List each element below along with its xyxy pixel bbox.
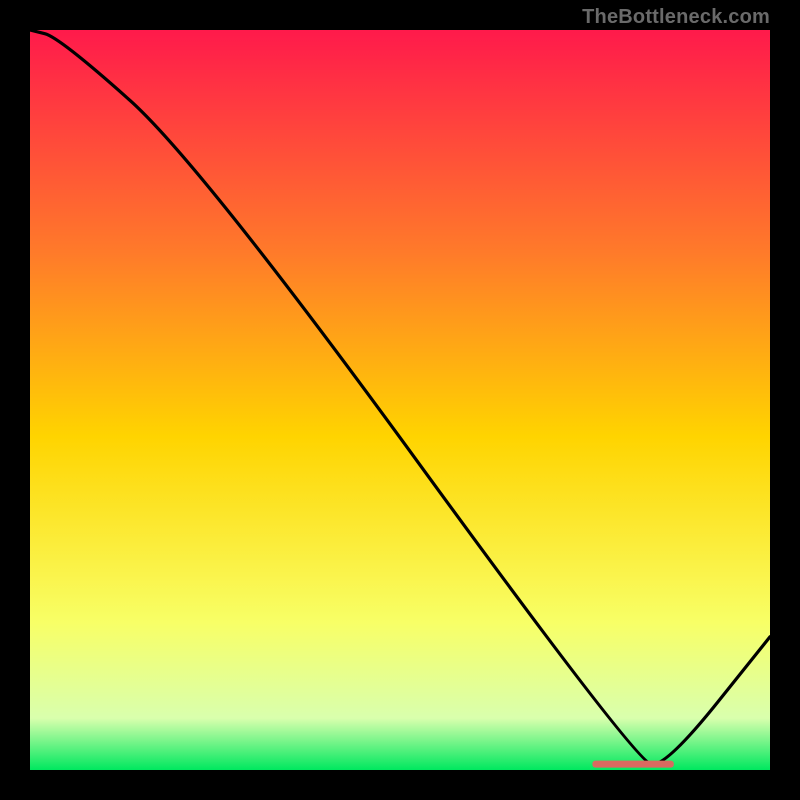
chart-plot-area xyxy=(30,30,770,770)
gradient-background xyxy=(30,30,770,770)
optimal-range-marker xyxy=(592,761,673,768)
chart-frame: TheBottleneck.com xyxy=(0,0,800,800)
attribution-label: TheBottleneck.com xyxy=(582,6,770,29)
chart-svg xyxy=(30,30,770,770)
